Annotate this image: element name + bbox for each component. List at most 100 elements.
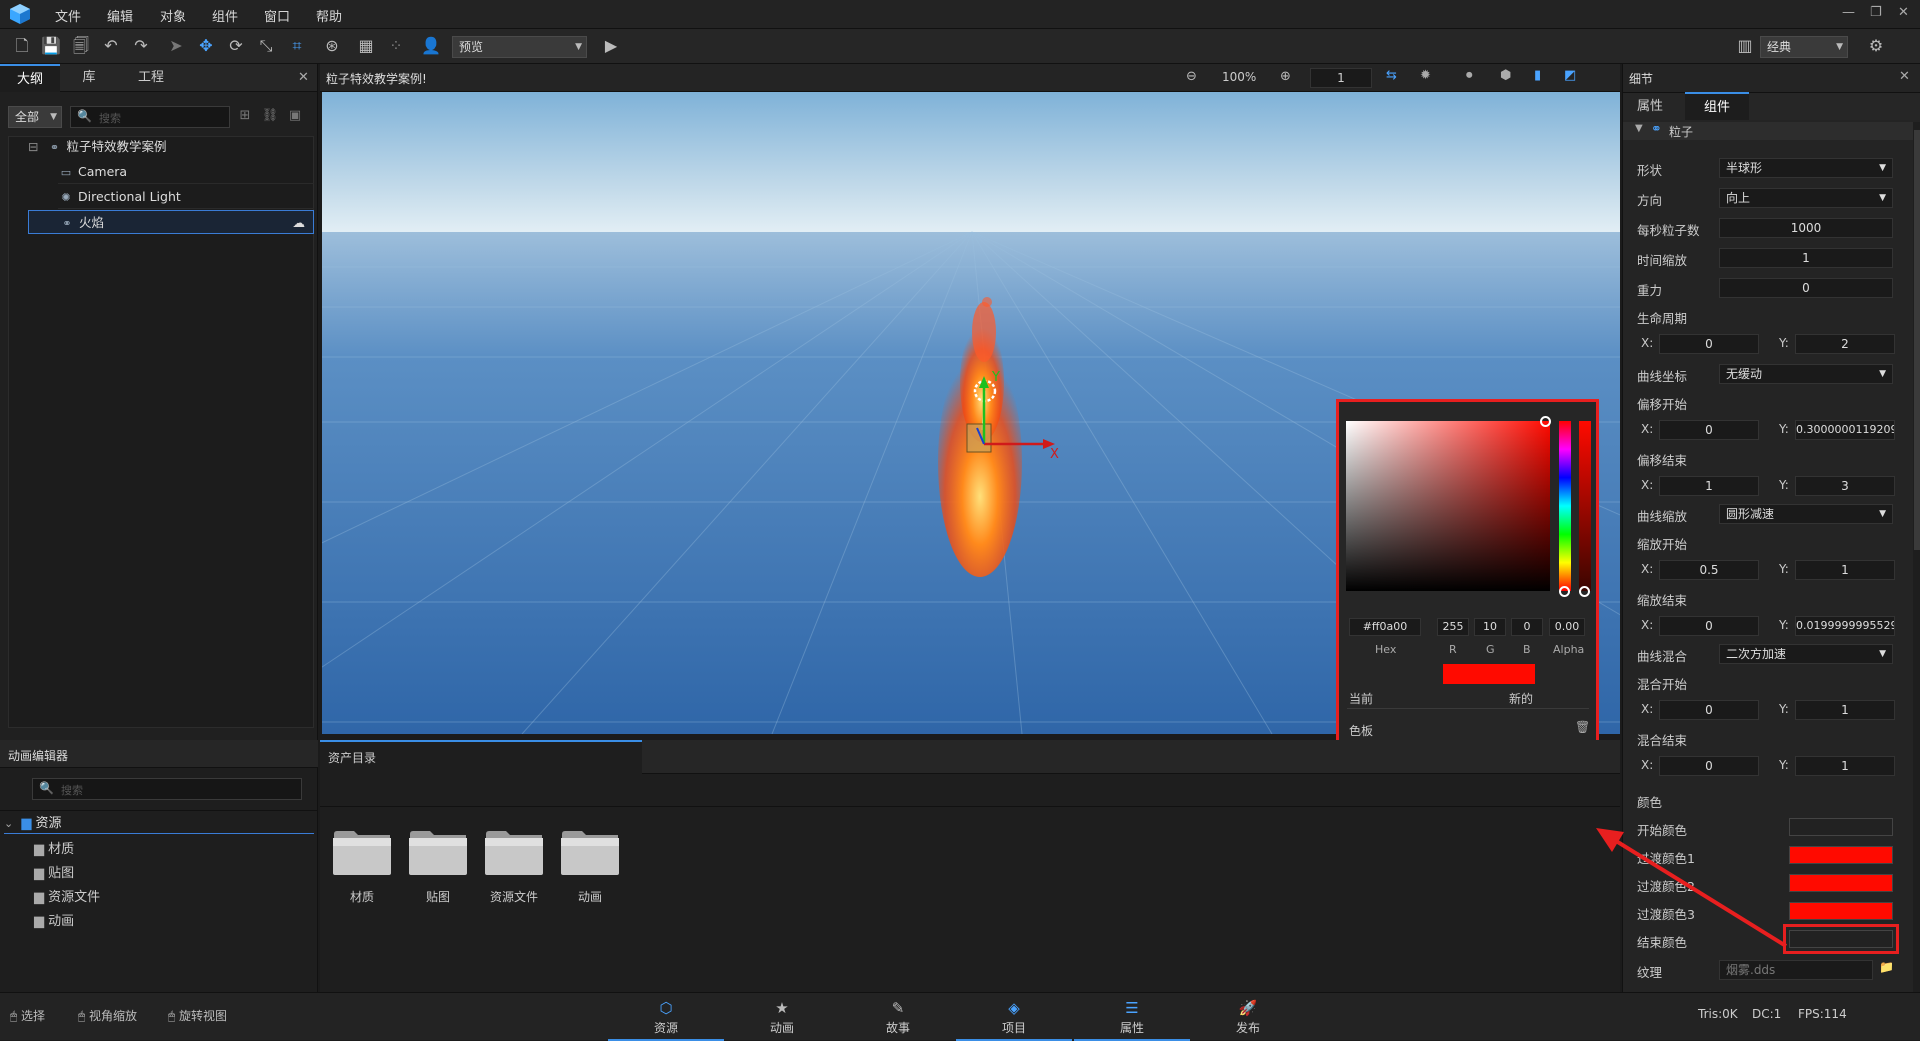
saturation-value-area[interactable] bbox=[1346, 421, 1550, 591]
shape-dropdown[interactable]: 半球形 ▼ bbox=[1719, 158, 1893, 178]
folder-resources[interactable]: 资源文件 bbox=[483, 830, 545, 905]
tab-publish[interactable]: 🚀 发布 bbox=[1190, 993, 1306, 1041]
start-color-swatch[interactable] bbox=[1789, 818, 1893, 836]
blend-end-y-input[interactable]: 1 bbox=[1795, 756, 1895, 776]
layout-icon[interactable]: ▥ bbox=[1735, 36, 1755, 56]
tab-properties[interactable]: 属性 bbox=[1627, 94, 1673, 120]
render-mode-icon[interactable]: ▮ bbox=[1534, 68, 1541, 83]
tree-item-root[interactable]: ⊟ ⚭ 粒子特效教学案例 bbox=[28, 135, 314, 159]
direction-dropdown[interactable]: 向上 ▼ bbox=[1719, 188, 1893, 208]
offset-end-y-input[interactable]: 3 bbox=[1795, 476, 1895, 496]
offset-start-x-input[interactable]: 0 bbox=[1659, 420, 1759, 440]
asset-search[interactable]: 🔍 搜索 bbox=[32, 778, 302, 800]
tool-rotate[interactable]: 🖱 旋转视图 bbox=[168, 1007, 227, 1024]
end-color-swatch[interactable] bbox=[1789, 930, 1893, 948]
layout-dropdown[interactable]: 经典 ▼ bbox=[1760, 36, 1848, 58]
scale-tool-icon[interactable]: ⤡ bbox=[256, 36, 276, 56]
gravity-input[interactable]: 0 bbox=[1719, 278, 1893, 298]
visibility-icon[interactable]: ☁ bbox=[293, 211, 306, 235]
sun-icon[interactable]: ✹ bbox=[1420, 68, 1431, 83]
folder-textures[interactable]: 贴图 bbox=[407, 830, 469, 905]
rotate-tool-icon[interactable]: ⟳ bbox=[226, 36, 246, 56]
curve-blend-dropdown[interactable]: 二次方加速 ▼ bbox=[1719, 644, 1893, 664]
select-tool-icon[interactable]: ➤ bbox=[166, 36, 186, 56]
close-panel-icon[interactable]: ✕ bbox=[298, 70, 309, 85]
tab-resources[interactable]: ⬡ 资源 bbox=[608, 993, 724, 1041]
tree-item-materials[interactable]: ▆ 材质 bbox=[34, 838, 74, 857]
scale-start-x-input[interactable]: 0.5 bbox=[1659, 560, 1759, 580]
tree-item-resources[interactable]: ▆ 资源文件 bbox=[34, 886, 100, 905]
zoom-in-icon[interactable]: ⊕ bbox=[1280, 69, 1291, 84]
pivot-icon[interactable]: ⊛ bbox=[322, 36, 342, 56]
tree-item-camera[interactable]: ▭ Camera bbox=[58, 160, 314, 184]
tree-item-animations[interactable]: ▆ 动画 bbox=[34, 910, 74, 929]
tab-project[interactable]: 工程 bbox=[118, 64, 184, 92]
alpha-handle[interactable] bbox=[1579, 586, 1590, 597]
hue-handle[interactable] bbox=[1559, 586, 1570, 597]
transition-color-1-swatch[interactable] bbox=[1789, 846, 1893, 864]
tool-zoom[interactable]: 🖱 视角缩放 bbox=[78, 1007, 137, 1024]
texture-input[interactable]: 烟雾.dds bbox=[1719, 960, 1873, 980]
gizmo-icon[interactable]: ⇆ bbox=[1386, 68, 1397, 83]
link-icon[interactable]: ⛓ bbox=[260, 106, 280, 126]
zoom-out-icon[interactable]: ⊖ bbox=[1186, 69, 1197, 84]
lifetime-x-input[interactable]: 0 bbox=[1659, 334, 1759, 354]
move-tool-icon[interactable]: ✥ bbox=[196, 36, 216, 56]
scale-start-y-input[interactable]: 1 bbox=[1795, 560, 1895, 580]
menu-edit[interactable]: 编辑 bbox=[107, 6, 133, 25]
offset-end-x-input[interactable]: 1 bbox=[1659, 476, 1759, 496]
tab-story[interactable]: ✎ 故事 bbox=[840, 993, 956, 1041]
menu-component[interactable]: 组件 bbox=[212, 6, 238, 25]
folder-materials[interactable]: 材质 bbox=[331, 830, 393, 905]
alpha-input[interactable]: 0.00 bbox=[1549, 618, 1585, 636]
play-icon[interactable]: ▶ bbox=[601, 36, 621, 56]
tree-item-light[interactable]: ✺ Directional Light bbox=[58, 185, 314, 209]
scrollbar[interactable] bbox=[1913, 122, 1920, 992]
preview-dropdown[interactable]: 预览 ▼ bbox=[452, 36, 587, 58]
close-panel-icon[interactable]: ✕ bbox=[1899, 69, 1910, 84]
offset-start-y-input[interactable]: 0.30000001192092 bbox=[1795, 420, 1895, 440]
grid-icon[interactable]: ▦ bbox=[356, 36, 376, 56]
tab-components[interactable]: 组件 bbox=[1685, 92, 1749, 120]
timescale-input[interactable]: 1 bbox=[1719, 248, 1893, 268]
restore-icon[interactable]: ❐ bbox=[1870, 5, 1882, 20]
alpha-slider[interactable] bbox=[1579, 421, 1591, 591]
rate-input[interactable]: 1000 bbox=[1719, 218, 1893, 238]
transform-tool-icon[interactable]: ⌗ bbox=[287, 36, 307, 56]
menu-window[interactable]: 窗口 bbox=[264, 6, 290, 25]
cube-icon[interactable]: ⬢ bbox=[1500, 68, 1511, 83]
lifetime-y-input[interactable]: 2 bbox=[1795, 334, 1895, 354]
section-header-particle[interactable]: ▼ ⚭ 粒子 bbox=[1623, 122, 1913, 140]
scrollbar-thumb[interactable] bbox=[1914, 130, 1920, 550]
undo-icon[interactable]: ↶ bbox=[101, 36, 121, 56]
hex-input[interactable]: #ff0a00 bbox=[1349, 618, 1421, 636]
outline-search[interactable]: 🔍 搜索 bbox=[70, 106, 230, 128]
save-icon[interactable]: 💾 bbox=[41, 36, 61, 56]
menu-help[interactable]: 帮助 bbox=[316, 6, 342, 25]
save-all-icon[interactable]: 🗐 bbox=[71, 36, 91, 56]
minimize-icon[interactable]: — bbox=[1842, 5, 1855, 20]
step-input[interactable]: 1 bbox=[1310, 68, 1372, 88]
stats-icon[interactable]: ◩ bbox=[1564, 68, 1576, 83]
menu-object[interactable]: 对象 bbox=[160, 6, 186, 25]
green-input[interactable]: 10 bbox=[1474, 618, 1506, 636]
color-cursor[interactable] bbox=[1540, 416, 1551, 427]
tool-select[interactable]: 🖱 选择 bbox=[10, 1007, 45, 1024]
transition-color-3-swatch[interactable] bbox=[1789, 902, 1893, 920]
camera-view-icon[interactable]: ⏺ bbox=[1466, 68, 1473, 83]
scale-end-y-input[interactable]: 0.01999999955296 bbox=[1795, 616, 1895, 636]
scale-end-x-input[interactable]: 0 bbox=[1659, 616, 1759, 636]
curve-scale-dropdown[interactable]: 圆形减速 ▼ bbox=[1719, 504, 1893, 524]
tree-item-textures[interactable]: ▆ 贴图 bbox=[34, 862, 74, 881]
tab-library[interactable]: 库 bbox=[60, 64, 118, 92]
blend-start-x-input[interactable]: 0 bbox=[1659, 700, 1759, 720]
blend-end-x-input[interactable]: 0 bbox=[1659, 756, 1759, 776]
folder-animations[interactable]: 动画 bbox=[559, 830, 621, 905]
trash-icon[interactable]: 🗑 bbox=[1575, 720, 1590, 734]
blend-start-y-input[interactable]: 1 bbox=[1795, 700, 1895, 720]
tree-item-fire[interactable]: ⚭ 火焰 ☁ bbox=[28, 210, 314, 234]
hue-slider[interactable] bbox=[1559, 421, 1571, 591]
tab-outline[interactable]: 大纲 bbox=[0, 64, 60, 92]
add-node-icon[interactable]: ▣ bbox=[285, 106, 305, 126]
transition-color-2-swatch[interactable] bbox=[1789, 874, 1893, 892]
